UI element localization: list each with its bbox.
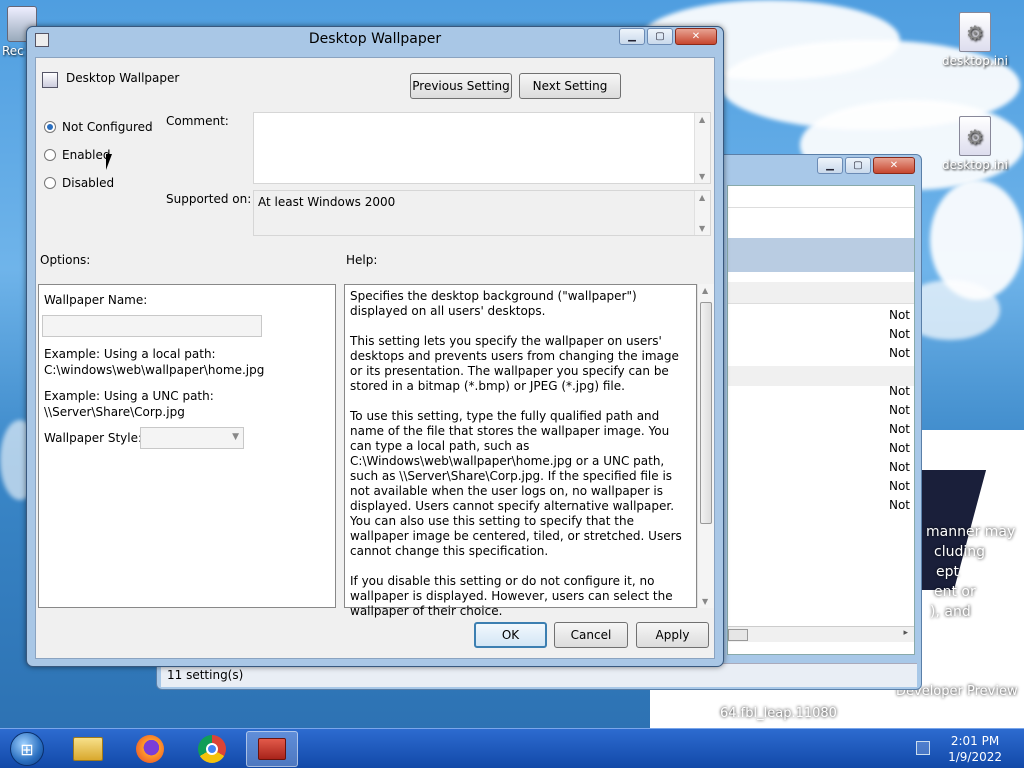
scroll-right-icon[interactable]: ▸ <box>903 628 908 638</box>
minimize-button[interactable]: ▁ <box>817 157 843 174</box>
scroll-up-icon: ▲ <box>702 286 709 295</box>
taskbar-firefox[interactable] <box>124 731 176 767</box>
previous-setting-button[interactable]: Previous Setting <box>410 73 512 99</box>
scroll-down-icon: ▼ <box>699 172 706 181</box>
taskbar-group-policy-editor[interactable] <box>246 731 298 767</box>
desktop-icon-desktop-ini-1[interactable]: desktop.ini <box>940 12 1010 68</box>
scroll-down-icon: ▼ <box>702 597 709 606</box>
options-label: Options: <box>40 253 91 267</box>
wallpaper-style-dropdown[interactable]: ▼ <box>140 427 244 449</box>
windows-logo-icon: ⊞ <box>10 732 44 766</box>
setting-icon <box>42 72 58 88</box>
list-item[interactable]: Not <box>728 384 914 403</box>
close-button[interactable]: ✕ <box>675 28 717 45</box>
list-item[interactable]: Not <box>728 479 914 498</box>
example-unc-path: \\Server\Share\Corp.jpg <box>44 405 185 419</box>
wallpaper-style-label: Wallpaper Style: <box>44 431 143 445</box>
settings-file-icon <box>959 12 991 52</box>
dialog-client-area: Desktop Wallpaper Previous Setting Next … <box>35 57 715 659</box>
chevron-down-icon[interactable]: ▼ <box>232 432 239 442</box>
list-item[interactable]: Not <box>728 422 914 441</box>
example-unc-label: Example: Using a UNC path: <box>44 389 214 403</box>
clock-date: 1/9/2022 <box>948 750 1002 764</box>
clock-time: 2:01 PM <box>950 734 1000 748</box>
list-item[interactable]: Not <box>728 308 914 327</box>
clock[interactable]: 2:01 PM 1/9/2022 <box>948 733 1002 765</box>
toolbox-icon <box>258 738 286 760</box>
minimize-button[interactable]: ▁ <box>619 28 645 45</box>
folder-icon <box>73 737 103 761</box>
action-center-icon[interactable] <box>916 741 930 755</box>
scroll-up-icon: ▲ <box>699 115 706 124</box>
cancel-button[interactable]: Cancel <box>554 622 628 648</box>
list-item[interactable]: Not <box>728 327 914 346</box>
setting-name: Desktop Wallpaper <box>66 71 180 85</box>
taskbar-file-explorer[interactable] <box>62 731 114 767</box>
supported-scrollbar[interactable]: ▲ ▼ <box>694 191 710 235</box>
radio-button[interactable] <box>44 121 56 133</box>
desktop-icon-desktop-ini-2[interactable]: desktop.ini <box>940 116 1010 172</box>
list-item[interactable]: Not <box>728 441 914 460</box>
taskbar-chrome[interactable] <box>186 731 238 767</box>
mouse-cursor-icon <box>106 154 112 170</box>
list-item[interactable]: Not <box>728 403 914 422</box>
radio-button[interactable] <box>44 177 56 189</box>
close-button[interactable]: ✕ <box>873 157 915 174</box>
comment-label: Comment: <box>166 114 229 128</box>
ok-button[interactable]: OK <box>474 622 547 648</box>
radio-not-configured[interactable]: Not Configured <box>44 120 153 134</box>
wallpaper-text: ent or <box>934 584 976 600</box>
next-setting-button[interactable]: Next Setting <box>519 73 621 99</box>
wallpaper-text: manner may <box>926 524 1016 540</box>
radio-enabled[interactable]: Enabled <box>44 148 111 162</box>
wallpaper-text: ), and <box>930 604 971 620</box>
list-item[interactable]: Not <box>728 498 914 517</box>
scrollbar-thumb[interactable] <box>700 302 712 524</box>
horizontal-scrollbar[interactable]: ▸ <box>728 626 914 642</box>
wallpaper-text: ept <box>936 564 959 580</box>
supported-on-label: Supported on: <box>166 192 252 206</box>
help-label: Help: <box>346 253 378 267</box>
wallpaper-name-input[interactable] <box>42 315 262 337</box>
taskbar: ⊞ 2:01 PM 1/9/2022 <box>0 728 1024 768</box>
options-panel: Wallpaper Name: Example: Using a local p… <box>38 284 336 608</box>
scroll-down-icon: ▼ <box>699 224 706 233</box>
supported-on-field: At least Windows 2000 ▲ ▼ <box>253 190 711 236</box>
firefox-icon <box>136 735 164 763</box>
help-text: Specifies the desktop background ("wallp… <box>350 289 682 618</box>
maximize-button[interactable]: ▢ <box>647 28 673 45</box>
desktop-wallpaper-dialog[interactable]: Desktop Wallpaper ▁ ▢ ✕ Desktop Wallpape… <box>26 26 724 667</box>
radio-disabled[interactable]: Disabled <box>44 176 114 190</box>
wallpaper-name-label: Wallpaper Name: <box>44 293 148 307</box>
scroll-up-icon: ▲ <box>699 193 706 202</box>
comment-scrollbar[interactable]: ▲ ▼ <box>694 113 710 183</box>
list-item[interactable]: Not <box>728 346 914 365</box>
example-local-path: C:\windows\web\wallpaper\home.jpg <box>44 363 265 377</box>
radio-button[interactable] <box>44 149 56 161</box>
list-item[interactable]: Not <box>728 460 914 479</box>
settings-list[interactable]: Not Not Not Not Not Not Not Not Not Not … <box>727 185 915 655</box>
settings-file-icon <box>959 116 991 156</box>
help-scrollbar[interactable]: ▲ ▼ <box>697 284 714 608</box>
example-local-label: Example: Using a local path: <box>44 347 216 361</box>
wallpaper-text: cluding <box>934 544 985 560</box>
chrome-icon <box>198 735 226 763</box>
help-panel: Specifies the desktop background ("wallp… <box>344 284 697 618</box>
comment-textarea[interactable]: ▲ ▼ <box>253 112 711 184</box>
start-button[interactable]: ⊞ <box>2 731 52 767</box>
apply-button[interactable]: Apply <box>636 622 709 648</box>
maximize-button[interactable]: ▢ <box>845 157 871 174</box>
watermark-text: 64.fbl_leap.11080 <box>720 706 837 721</box>
